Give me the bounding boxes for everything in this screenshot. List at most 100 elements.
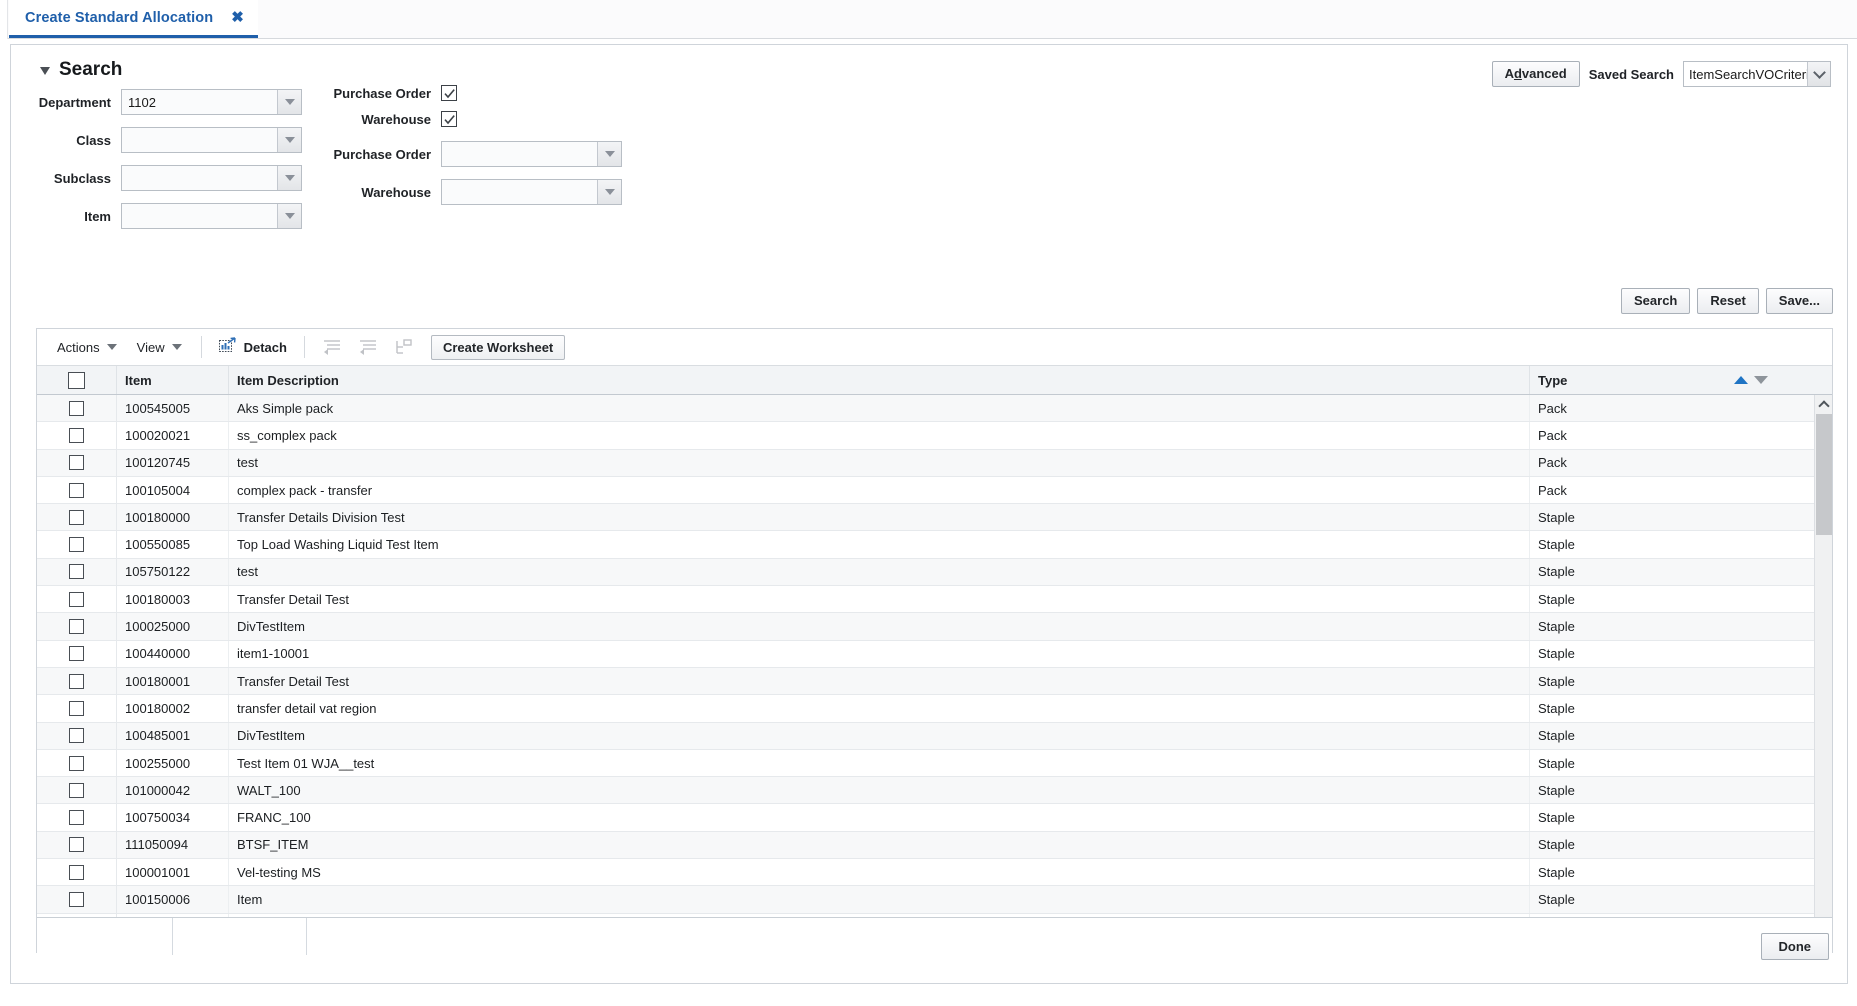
table-row[interactable]: 100025000 DivTestItem Staple (37, 613, 1816, 641)
create-worksheet-button[interactable]: Create Worksheet (430, 334, 566, 360)
save-button[interactable]: Save... (1765, 288, 1833, 314)
done-button[interactable]: Done (1760, 933, 1829, 960)
row-checkbox[interactable] (69, 591, 84, 607)
field-label-warehouse: Warehouse (361, 184, 431, 200)
scrollbar-thumb[interactable] (1816, 414, 1832, 535)
cell-item: 100105004 (117, 476, 229, 504)
cell-type: Staple (1538, 564, 1575, 580)
toolbar-separator (200, 336, 202, 358)
warehouse-lov[interactable] (441, 179, 622, 205)
row-checkbox[interactable] (69, 810, 84, 826)
row-checkbox[interactable] (69, 455, 84, 471)
column-header-item[interactable]: Item (117, 366, 229, 394)
purchase-order-lov[interactable] (441, 141, 622, 167)
table-vertical-scrollbar[interactable] (1814, 395, 1832, 955)
row-checkbox[interactable] (69, 427, 84, 443)
table-row[interactable]: 111050094 BTSF_ITEM Staple (37, 831, 1816, 860)
cell-type: Staple (1538, 810, 1575, 826)
cell-type: Staple (1538, 509, 1575, 525)
table-body: 100545005 Aks Simple pack Pack 100020021 ss_… (37, 395, 1832, 955)
disclosure-triangle-icon[interactable] (40, 67, 50, 75)
table-row[interactable]: 101000042 WALT_100 Staple (37, 777, 1816, 805)
row-checkbox[interactable] (69, 537, 84, 553)
row-checkbox[interactable] (69, 482, 84, 498)
row-checkbox[interactable] (69, 673, 84, 689)
class-input[interactable] (122, 128, 277, 152)
table-row[interactable]: 100105004 complex pack - transfer Pack (37, 476, 1816, 505)
table-row[interactable]: 100180002 transfer detail vat region Stapl… (37, 695, 1816, 723)
cell-item-description: complex pack - transfer (229, 476, 1530, 504)
table-row[interactable]: 100545005 Aks Simple pack Pack (37, 395, 1816, 423)
table-row[interactable]: 100180000 Transfer Details Division Test S… (37, 504, 1816, 532)
select-all-header (37, 366, 117, 394)
tab-create-standard-allocation[interactable]: Create Standard Allocation ✖ (9, 0, 258, 38)
row-checkbox[interactable] (69, 728, 84, 744)
table-row[interactable]: 100020021 ss_complex pack Pack (37, 422, 1816, 450)
row-checkbox[interactable] (69, 891, 84, 907)
row-checkbox[interactable] (69, 700, 84, 716)
close-icon[interactable]: ✖ (231, 10, 244, 25)
row-checkbox[interactable] (69, 646, 84, 662)
scroll-up-icon[interactable] (1815, 395, 1832, 414)
chevron-down-icon (106, 344, 117, 350)
row-checkbox[interactable] (69, 400, 84, 416)
table-row[interactable]: 100180001 Transfer Detail Test Staple (37, 667, 1816, 696)
warehouse-checkbox[interactable] (441, 111, 457, 127)
row-checkbox[interactable] (69, 782, 84, 798)
purchase-order-checkbox[interactable] (441, 85, 457, 101)
chevron-down-icon[interactable] (1807, 62, 1830, 86)
table-row[interactable]: 100485001 DivTestItem Staple (37, 722, 1816, 750)
table-row[interactable]: 105750122 test Staple (37, 558, 1816, 587)
purchase-order-dropdown-icon[interactable] (597, 142, 621, 166)
subclass-lov[interactable] (121, 165, 302, 191)
row-checkbox[interactable] (69, 564, 84, 580)
cell-item-description: test (229, 449, 1530, 476)
row-checkbox[interactable] (69, 509, 84, 525)
advanced-button[interactable]: Advanced (1491, 61, 1580, 87)
table-row[interactable]: 100550085 Top Load Washing Liquid Test It… (37, 531, 1816, 559)
detach-button[interactable]: Detach (211, 337, 295, 357)
row-select-cell (37, 449, 117, 476)
table-row[interactable]: 100001001 Vel-testing MS Staple (37, 859, 1816, 887)
column-header-type[interactable]: Type (1530, 366, 1776, 394)
item-lov[interactable] (121, 203, 302, 229)
sort-descending-icon[interactable] (1754, 376, 1768, 384)
table-row[interactable]: 100150006 Item Staple (37, 886, 1816, 914)
row-checkbox[interactable] (69, 864, 84, 880)
subclass-input[interactable] (122, 166, 277, 190)
department-input[interactable] (122, 90, 277, 114)
table-row[interactable]: 100255000 Test Item 01 WJA__test Staple (37, 749, 1816, 778)
select-all-checkbox[interactable] (68, 371, 85, 389)
view-menu[interactable]: View (127, 340, 192, 355)
search-section-header[interactable]: Search (40, 59, 123, 81)
row-checkbox[interactable] (69, 837, 84, 853)
item-input[interactable] (122, 204, 277, 228)
search-button[interactable]: Search (1621, 288, 1691, 314)
sort-ascending-icon[interactable] (1734, 376, 1748, 384)
table-header-row: Item Item Description Type (37, 366, 1832, 395)
row-checkbox[interactable] (69, 619, 84, 635)
table-row[interactable]: 100440000 item1-10001 Staple (37, 640, 1816, 668)
subclass-dropdown-icon[interactable] (277, 166, 301, 190)
reset-button[interactable]: Reset (1697, 288, 1759, 314)
actions-menu[interactable]: Actions (47, 340, 127, 355)
cell-type: Staple (1538, 837, 1575, 853)
warehouse-input[interactable] (442, 180, 597, 204)
class-lov[interactable] (121, 127, 302, 153)
page-title: Search (59, 59, 123, 80)
item-dropdown-icon[interactable] (277, 204, 301, 228)
saved-search-select[interactable]: ItemSearchVOCriteria (1683, 61, 1831, 87)
department-dropdown-icon[interactable] (277, 90, 301, 114)
table-row[interactable]: 100180003 Transfer Detail Test Staple (37, 586, 1816, 614)
field-label-department: Department (38, 94, 111, 110)
purchase-order-input[interactable] (442, 142, 597, 166)
cell-type: Staple (1538, 591, 1575, 607)
warehouse-dropdown-icon[interactable] (597, 180, 621, 204)
row-checkbox[interactable] (69, 755, 84, 771)
table-row[interactable]: 100120745 test Pack (37, 449, 1816, 477)
table-row[interactable]: 100750034 FRANC_100 Staple (37, 804, 1816, 832)
class-dropdown-icon[interactable] (277, 128, 301, 152)
column-header-item-description[interactable]: Item Description (229, 366, 1530, 394)
cell-type: Staple (1538, 728, 1575, 744)
department-lov[interactable] (121, 89, 302, 115)
